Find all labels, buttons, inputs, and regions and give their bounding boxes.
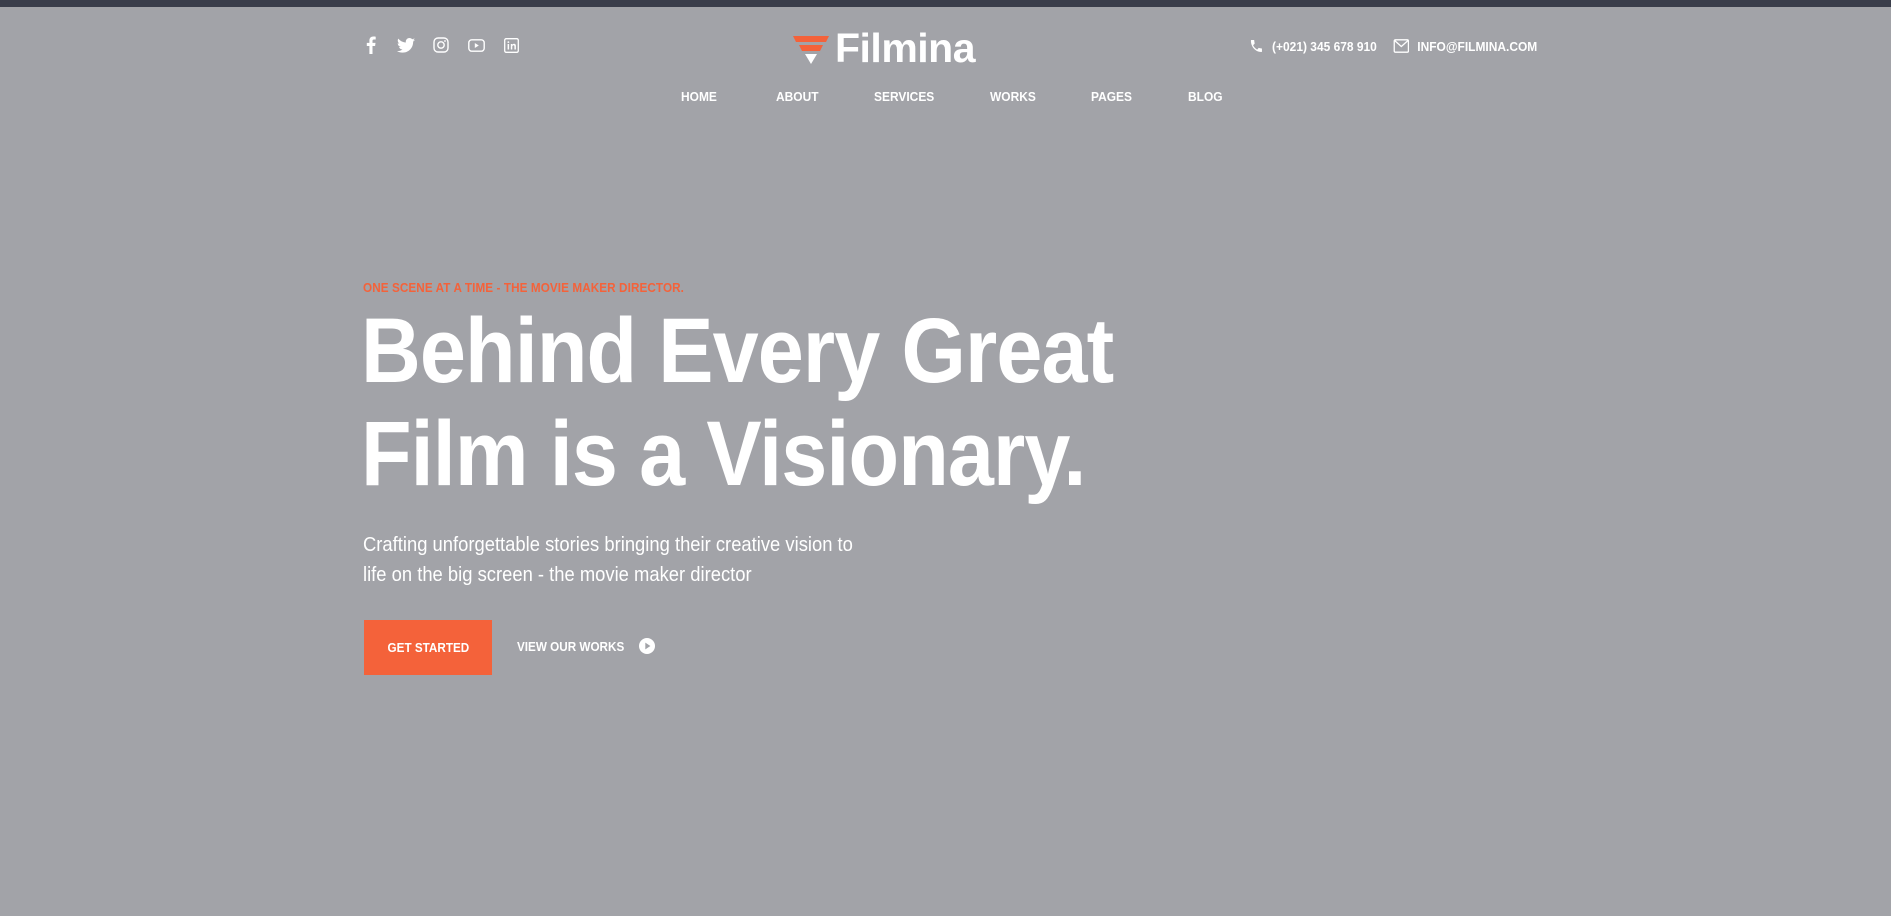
twitter-icon[interactable] (397, 36, 415, 54)
hero-headline-line-1: Behind Every Great (361, 300, 1114, 402)
nav-item-home[interactable]: HOME (681, 89, 717, 104)
brand-logo[interactable]: Filmina (793, 25, 976, 71)
youtube-icon[interactable] (467, 36, 485, 54)
hero-description-line-1: Crafting unforgettable stories bringing … (363, 534, 853, 556)
view-our-works-label: VIEW OUR WORKS (517, 638, 625, 654)
email-address: INFO@FILMINA.COM (1417, 38, 1537, 54)
mail-icon (1393, 39, 1409, 53)
get-started-button[interactable]: GET STARTED (364, 620, 492, 675)
phone-link[interactable]: (+021) 345 678 910 (1249, 38, 1377, 54)
brand-name: Filmina (835, 25, 976, 71)
nav-item-services[interactable]: SERVICES (874, 89, 934, 104)
hero-headline-line-2: Film is a Visionary. (361, 403, 1086, 505)
linkedin-icon[interactable] (502, 36, 520, 54)
hero-headline: Behind Every Great Film is a Visionary. (361, 300, 1114, 506)
nav-item-pages[interactable]: PAGES (1091, 89, 1132, 104)
social-links (362, 36, 520, 54)
phone-number: (+021) 345 678 910 (1271, 38, 1377, 54)
get-started-label: GET STARTED (387, 640, 469, 655)
instagram-icon[interactable] (432, 36, 450, 54)
email-link[interactable]: INFO@FILMINA.COM (1393, 39, 1537, 54)
phone-icon (1250, 40, 1262, 52)
play-circle-icon (639, 638, 656, 654)
contact-info: (+021) 345 678 910 INFO@FILMINA.COM (1249, 38, 1537, 54)
view-our-works-button[interactable]: VIEW OUR WORKS (517, 637, 656, 655)
hero-eyebrow: ONE SCENE AT A TIME - THE MOVIE MAKER DI… (363, 280, 685, 295)
hero-description-line-2: life on the big screen - the movie maker… (363, 564, 752, 586)
hero-description: Crafting unforgettable stories bringing … (363, 530, 878, 590)
filmina-logo-icon (793, 36, 829, 64)
facebook-icon[interactable] (362, 36, 380, 54)
nav-item-blog[interactable]: BLOG (1188, 89, 1223, 104)
top-strip (0, 0, 1891, 7)
nav-item-works[interactable]: WORKS (990, 89, 1036, 104)
nav-item-about[interactable]: ABOUT (776, 89, 819, 104)
